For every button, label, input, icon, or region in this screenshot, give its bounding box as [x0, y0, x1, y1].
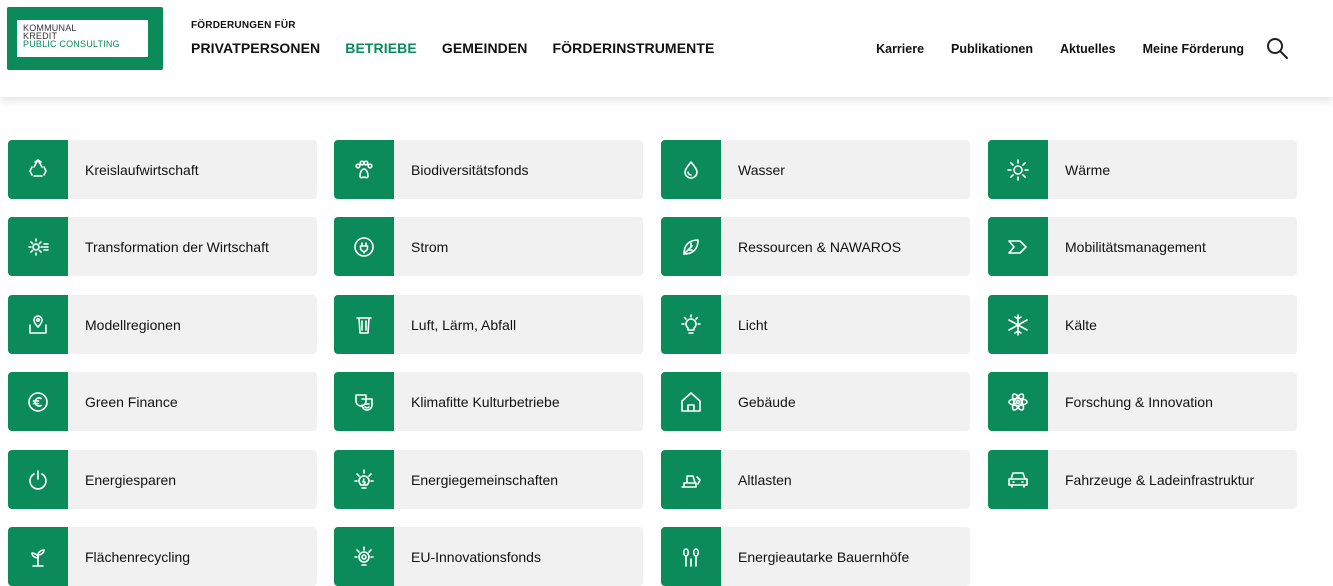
category-label: Energiesparen [85, 471, 177, 488]
water-drop-icon [661, 140, 721, 199]
category-label: Kälte [1065, 316, 1097, 333]
category-tile[interactable]: Kreislaufwirtschaft [8, 140, 317, 199]
logo-text: KOMMUNAL KREDIT PUBLIC CONSULTING [17, 20, 148, 57]
category-label: Ressourcen & NAWAROS [738, 238, 902, 255]
category-tile[interactable]: Biodiversitätsfonds [334, 140, 643, 199]
category-label: Modellregionen [85, 316, 181, 333]
category-tile[interactable]: Wärme [988, 140, 1297, 199]
category-label: Gebäude [738, 393, 796, 410]
nav-link-publikationen[interactable]: Publikationen [951, 42, 1033, 56]
category-label: Mobilitätsmanagement [1065, 238, 1206, 255]
logo[interactable]: KOMMUNAL KREDIT PUBLIC CONSULTING [7, 7, 163, 70]
category-tile[interactable]: Strom [334, 217, 643, 276]
category-label: Fahrzeuge & Ladeinfrastruktur [1065, 471, 1255, 488]
category-tile[interactable]: Modellregionen [8, 295, 317, 354]
category-tile[interactable]: Energieautarke Bauernhöfe [661, 527, 970, 586]
house-icon [661, 372, 721, 431]
category-label: Green Finance [85, 393, 178, 410]
category-tile[interactable]: Transformation der Wirtschaft [8, 217, 317, 276]
sprout-icon [8, 527, 68, 586]
category-label: Energiegemeinschaften [411, 471, 559, 488]
energy-sun-icon [334, 450, 394, 509]
theater-masks-icon [334, 372, 394, 431]
map-pin-icon [8, 295, 68, 354]
plug-icon [334, 217, 394, 276]
light-bulb-icon [661, 295, 721, 354]
category-tile[interactable]: Gebäude [661, 372, 970, 431]
category-label: Strom [411, 238, 449, 255]
category-tile[interactable]: EU-Innovationsfonds [334, 527, 643, 586]
euro-icon [8, 372, 68, 431]
category-tile[interactable]: Klimafitte Kulturbetriebe [334, 372, 643, 431]
category-tile[interactable]: Ressourcen & NAWAROS [661, 217, 970, 276]
category-tile[interactable]: Energiesparen [8, 450, 317, 509]
category-tile[interactable]: Altlasten [661, 450, 970, 509]
main-nav: PRIVATPERSONEN BETRIEBE GEMEINDEN FÖRDER… [191, 40, 739, 56]
secondary-nav: Karriere Publikationen Aktuelles Meine F… [849, 42, 1244, 56]
power-icon [8, 450, 68, 509]
category-tile[interactable]: Green Finance [8, 372, 317, 431]
trees-icon [661, 527, 721, 586]
sun-icon [988, 140, 1048, 199]
nav-link-aktuelles[interactable]: Aktuelles [1060, 42, 1116, 56]
category-label: EU-Innovationsfonds [411, 548, 541, 565]
gear-icon [8, 217, 68, 276]
category-label: Transformation der Wirtschaft [85, 238, 269, 255]
category-label: Licht [738, 316, 768, 333]
leaf-icon [661, 217, 721, 276]
nav-item-foerderinstrumente[interactable]: FÖRDERINSTRUMENTE [553, 40, 715, 56]
category-tile[interactable]: Luft, Lärm, Abfall [334, 295, 643, 354]
nav-item-gemeinden[interactable]: GEMEINDEN [442, 40, 528, 56]
paw-icon [334, 140, 394, 199]
category-tile[interactable]: Mobilitätsmanagement [988, 217, 1297, 276]
category-label: Luft, Lärm, Abfall [411, 316, 517, 333]
category-label: Energieautarke Bauernhöfe [738, 548, 910, 565]
category-label: Forschung & Innovation [1065, 393, 1213, 410]
excavator-icon [661, 450, 721, 509]
site-header: KOMMUNAL KREDIT PUBLIC CONSULTING FÖRDER… [0, 0, 1333, 97]
category-tile[interactable]: Licht [661, 295, 970, 354]
nav-link-meine-foerderung[interactable]: Meine Förderung [1143, 42, 1244, 56]
atom-icon [988, 372, 1048, 431]
category-label: Klimafitte Kulturbetriebe [411, 393, 560, 410]
category-label: Kreislaufwirtschaft [85, 161, 199, 178]
category-tile[interactable]: Kälte [988, 295, 1297, 354]
nav-item-privatpersonen[interactable]: PRIVATPERSONEN [191, 40, 320, 56]
category-tile[interactable]: Flächenrecycling [8, 527, 317, 586]
car-icon [988, 450, 1048, 509]
innovation-bulb-icon [334, 527, 394, 586]
search-icon[interactable] [1265, 36, 1289, 60]
category-label: Wasser [738, 161, 785, 178]
snowflake-icon [988, 295, 1048, 354]
category-tile[interactable]: Forschung & Innovation [988, 372, 1297, 431]
category-tile[interactable]: Energiegemeinschaften [334, 450, 643, 509]
chevron-arrow-icon [988, 217, 1048, 276]
category-label: Flächenrecycling [85, 548, 191, 565]
category-tile[interactable]: Wasser [661, 140, 970, 199]
trash-bin-icon [334, 295, 394, 354]
recycle-icon [8, 140, 68, 199]
category-label: Biodiversitätsfonds [411, 161, 529, 178]
category-tile[interactable]: Fahrzeuge & Ladeinfrastruktur [988, 450, 1297, 509]
nav-group-label: FÖRDERUNGEN FÜR [191, 20, 296, 31]
nav-link-karriere[interactable]: Karriere [876, 42, 924, 56]
category-label: Wärme [1065, 161, 1111, 178]
category-label: Altlasten [738, 471, 792, 488]
nav-item-betriebe[interactable]: BETRIEBE [345, 40, 417, 56]
logo-line-3: PUBLIC CONSULTING [23, 39, 120, 49]
